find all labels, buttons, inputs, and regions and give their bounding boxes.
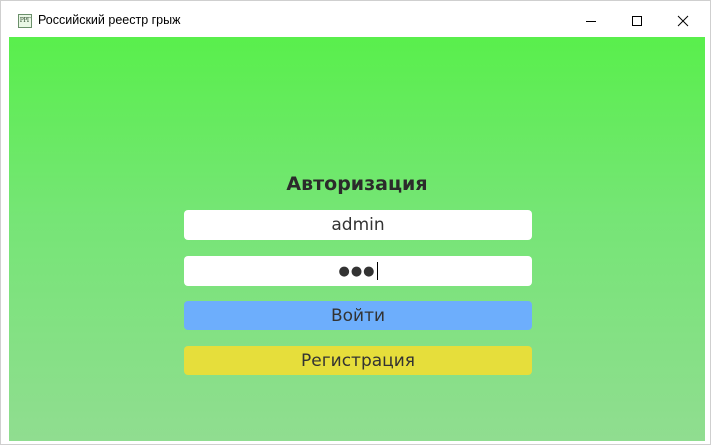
login-button[interactable]: Войти: [184, 301, 532, 330]
maximize-button[interactable]: [614, 6, 660, 36]
login-button-label: Войти: [330, 305, 386, 326]
title-bar[interactable]: РРГ Российский реестр грыж: [8, 6, 705, 36]
username-field[interactable]: [184, 210, 532, 240]
close-button[interactable]: [660, 6, 706, 36]
minimize-icon: [586, 21, 596, 22]
password-field[interactable]: ●●●: [184, 256, 532, 286]
page-title: Авторизация: [286, 173, 428, 195]
minimize-button[interactable]: [568, 6, 614, 36]
app-window: РРГ Российский реестр грыж Авторизация ●…: [0, 0, 711, 445]
register-button[interactable]: Регистрация: [184, 346, 532, 375]
app-icon: РРГ: [18, 14, 32, 28]
register-button-label: Регистрация: [301, 350, 415, 371]
close-icon: [677, 15, 689, 27]
maximize-icon: [632, 16, 642, 26]
text-caret: [376, 262, 378, 280]
password-mask: ●●●: [338, 263, 376, 279]
window-title: Российский реестр грыж: [38, 13, 181, 27]
login-panel: Авторизация ●●● Войти Регистрация: [9, 37, 705, 441]
